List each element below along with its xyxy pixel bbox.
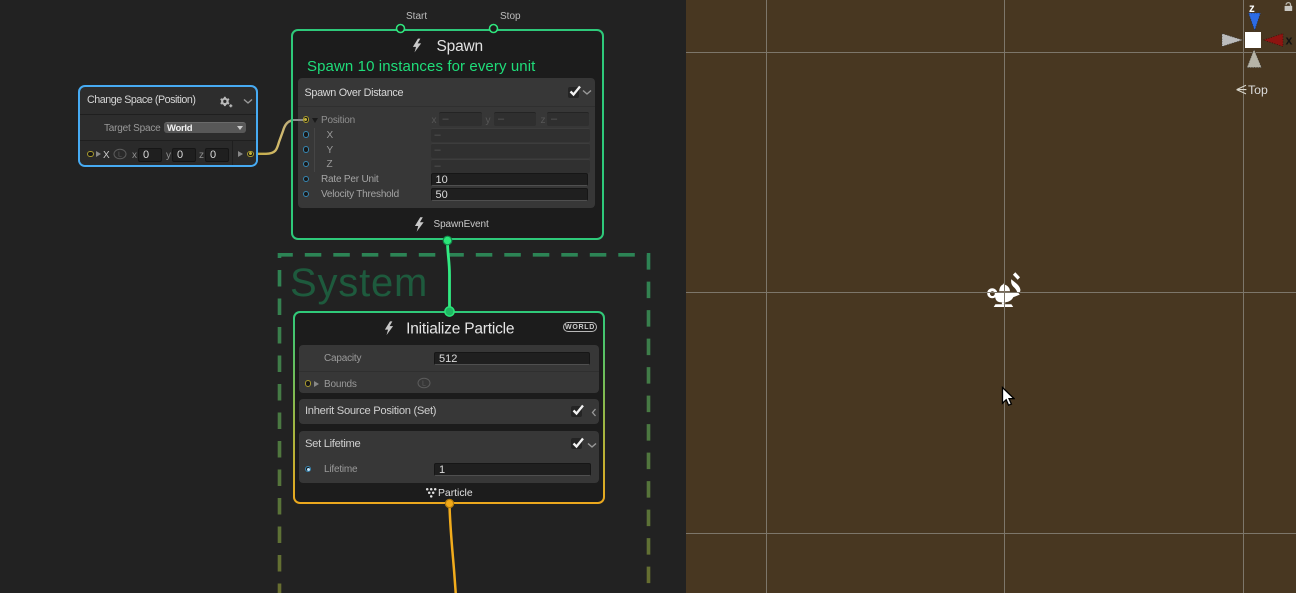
svg-text:L: L xyxy=(422,381,426,388)
svg-text:L: L xyxy=(118,152,122,159)
svg-text:x: x xyxy=(1286,34,1293,48)
